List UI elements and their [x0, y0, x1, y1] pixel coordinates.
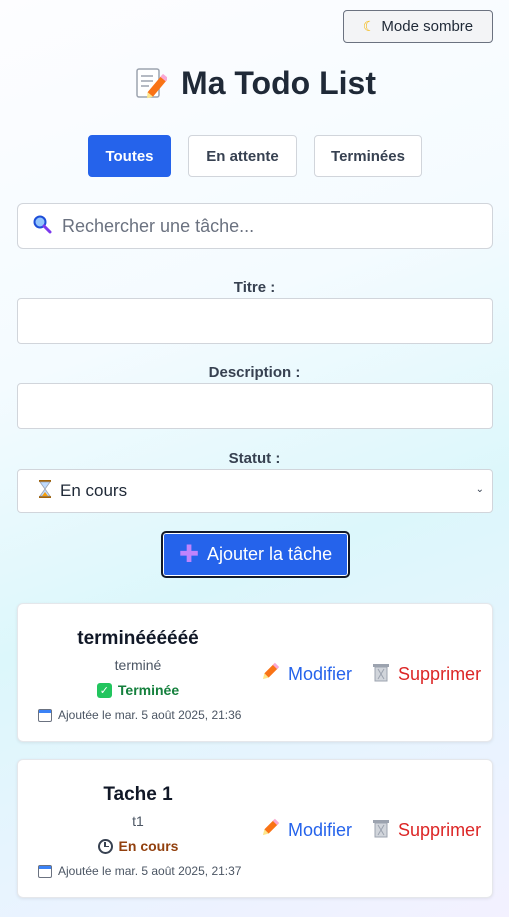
filter-all-button[interactable]: Toutes: [88, 135, 171, 177]
title-input[interactable]: [17, 298, 493, 344]
description-input[interactable]: [17, 383, 493, 429]
edit-label: Modifier: [288, 664, 353, 684]
task-card: Tache 1 t1 En cours Ajoutée le mar. 5 ao…: [17, 759, 493, 898]
task-date: Ajoutée le mar. 5 août 2025, 21:36: [38, 708, 241, 722]
memo-icon: [133, 66, 169, 100]
clock-icon: [97, 838, 113, 854]
calendar-icon: [38, 708, 52, 722]
search-input[interactable]: [62, 215, 492, 237]
hourglass-icon: [38, 479, 52, 503]
trash-icon: [372, 818, 390, 843]
chevron-down-icon: ⌄: [475, 484, 484, 495]
task-actions: Modifier Supprimer: [260, 818, 481, 843]
page-title: Ma Todo List: [181, 64, 376, 101]
task-description: t1: [132, 813, 144, 829]
dark-mode-button[interactable]: ☾ Mode sombre: [343, 10, 493, 43]
page-header: Ma Todo List: [0, 62, 509, 104]
edit-label: Modifier: [288, 820, 353, 840]
delete-label: Supprimer: [398, 664, 482, 684]
task-date-text: Ajoutée le mar. 5 août 2025, 21:36: [58, 708, 242, 722]
task-date: Ajoutée le mar. 5 août 2025, 21:37: [38, 864, 241, 878]
search-box: [17, 203, 493, 249]
task-date-text: Ajoutée le mar. 5 août 2025, 21:37: [58, 864, 242, 878]
check-icon: ✓: [96, 682, 112, 698]
task-status: Terminée: [117, 682, 180, 698]
filter-tabs: Toutes En attente Terminées: [0, 135, 509, 177]
calendar-icon: [38, 864, 52, 878]
filter-done-button[interactable]: Terminées: [314, 135, 422, 177]
filter-pending-button[interactable]: En attente: [188, 135, 297, 177]
status-select[interactable]: En cours ⌄: [17, 469, 493, 513]
task-title: terminéééééé: [77, 628, 199, 649]
pencil-icon: [260, 662, 280, 687]
moon-icon: ☾: [362, 18, 376, 34]
task-info: Tache 1 t1 En cours Ajoutée le mar. 5 ao…: [18, 760, 258, 899]
plus-icon: ✚: [178, 540, 200, 568]
trash-icon: [372, 662, 390, 687]
edit-button[interactable]: Modifier: [260, 818, 352, 843]
edit-button[interactable]: Modifier: [260, 662, 352, 687]
dark-mode-label: Mode sombre: [381, 18, 474, 35]
add-task-button[interactable]: ✚ Ajouter la tâche: [161, 531, 350, 578]
task-actions: Modifier Supprimer: [260, 662, 481, 687]
pencil-icon: [260, 818, 280, 843]
status-select-value: En cours: [60, 481, 128, 500]
task-card: terminéééééé terminé ✓ Terminée Ajoutée …: [17, 603, 493, 742]
task-title: Tache 1: [103, 784, 173, 805]
status-badge: ✓ Terminée: [18, 682, 258, 698]
task-description: terminé: [114, 657, 162, 673]
search-icon: [32, 214, 52, 239]
delete-label: Supprimer: [398, 820, 482, 840]
delete-button[interactable]: Supprimer: [372, 662, 481, 687]
delete-button[interactable]: Supprimer: [372, 818, 481, 843]
description-label: Description :: [208, 364, 301, 381]
status-badge: En cours: [18, 838, 258, 854]
title-label: Titre :: [233, 279, 276, 296]
task-info: terminéééééé terminé ✓ Terminée Ajoutée …: [18, 604, 258, 743]
add-task-label: Ajouter la tâche: [207, 544, 333, 564]
status-label: Statut :: [228, 450, 281, 467]
task-status: En cours: [118, 838, 179, 854]
